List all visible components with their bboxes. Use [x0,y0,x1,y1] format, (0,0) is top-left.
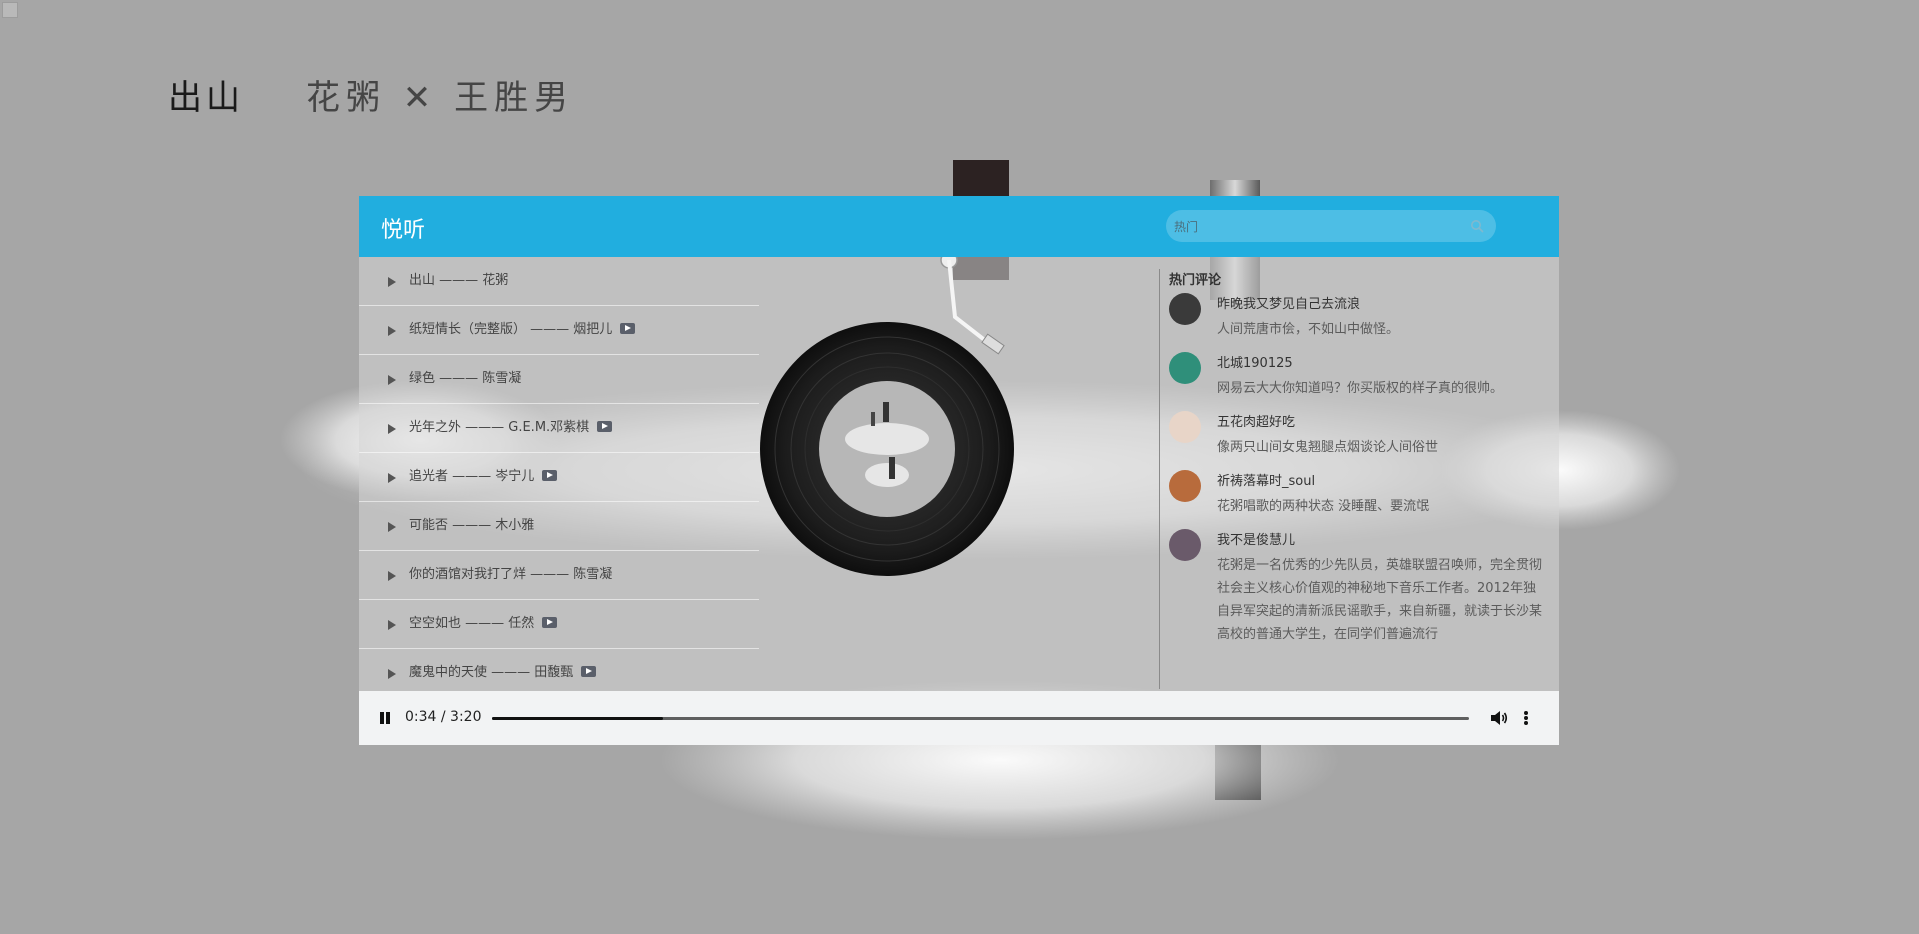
play-icon[interactable] [388,326,396,336]
comment-username: 祈祷落幕时_soul [1217,474,1316,489]
comment-username: 昨晚我又梦见自己去流浪 [1217,297,1361,312]
playlist-item[interactable]: 出山 ——— 花粥 [359,257,759,306]
avatar [1169,529,1201,561]
progress-fill [492,717,663,720]
app-title: 悦听 [381,218,426,243]
play-icon[interactable] [388,522,396,532]
vinyl-record [760,251,1014,576]
comment-text: 花粥唱歌的两种状态 没睡醒、要流氓 [1217,499,1430,514]
song-artists: 花粥 ✕ 王胜男 [306,78,575,118]
mv-video-icon[interactable] [542,470,558,481]
avatar [1169,470,1201,502]
comments-panel: 热门评论 昨晚我又梦见自己去流浪人间荒唐市侩，不如山中做怪。 北城190125 网易… [1159,257,1559,702]
playlist-item[interactable]: 光年之外 ——— G.E.M.邓紫棋 [359,404,759,453]
play-icon[interactable] [388,375,396,385]
mv-video-icon[interactable] [597,421,613,432]
mv-video-icon[interactable] [581,666,597,677]
playlist-item-label: 光年之外 ——— G.E.M.邓紫棋 [409,420,590,435]
playlist-item[interactable]: 绿色 ——— 陈雪凝 [359,355,759,404]
corner-widget [2,2,18,18]
play-icon[interactable] [388,424,396,434]
playlist-item-label: 可能否 ——— 木小雅 [409,518,535,533]
playlist-item-label: 你的酒馆对我打了烊 ——— 陈雪凝 [409,567,613,582]
playlist-item[interactable]: 纸短情长（完整版） ——— 烟把儿 [359,306,759,355]
playlist-item-label: 追光者 ——— 岑宁儿 [409,469,535,484]
play-icon[interactable] [388,571,396,581]
playlist: 出山 ——— 花粥纸短情长（完整版） ——— 烟把儿 绿色 ——— 陈雪凝光年之外… [359,257,759,702]
comment-username: 我不是俊慧儿 [1217,533,1296,548]
pause-button[interactable] [378,711,392,725]
playlist-item-label: 纸短情长（完整版） ——— 烟把儿 [409,322,613,337]
volume-icon[interactable] [1490,710,1508,726]
playlist-item-label: 绿色 ——— 陈雪凝 [409,371,522,386]
playlist-item[interactable]: 追光者 ——— 岑宁儿 [359,453,759,502]
playlist-item-label: 魔鬼中的天使 ——— 田馥甄 [409,665,574,680]
playlist-item-label: 出山 ——— 花粥 [409,273,509,288]
comment-text: 像两只山间女鬼翘腿点烟谈论人间俗世 [1217,440,1439,455]
audio-controls: 0:34 / 3:20 [359,691,1559,745]
song-title: 出山 [168,78,244,118]
comment-text: 花粥是一名优秀的少先队员，英雄联盟召唤师，完全贯彻社会主义核心价值观的神秘地下音… [1217,558,1543,642]
music-player: 悦听 出山 ——— 花粥纸短情长（完整版） ——— 烟把儿绿色 ——— 陈雪凝光… [359,196,1559,745]
avatar [1169,411,1201,443]
avatar [1169,293,1201,325]
playlist-item[interactable]: 空空如也 ——— 任然 [359,600,759,649]
song-heading: 出山 花粥 ✕ 王胜男 [168,70,574,119]
mv-video-icon[interactable] [542,617,558,628]
avatar [1169,352,1201,384]
play-icon[interactable] [388,473,396,483]
comments-title: 热门评论 [1169,273,1222,288]
play-icon[interactable] [388,669,396,679]
comment-username: 北城190125 [1217,356,1293,371]
more-options-icon[interactable] [1522,710,1530,726]
search-box [1166,210,1496,244]
progress-bar[interactable] [492,717,1469,720]
play-icon[interactable] [388,277,396,287]
player-header: 悦听 [359,196,1559,257]
search-input[interactable] [1172,210,1466,244]
comment-text: 网易云大大你知道吗？你买版权的样子真的很帅。 [1217,381,1504,396]
search-icon[interactable] [1470,219,1484,233]
mv-video-icon[interactable] [620,323,636,334]
time-display: 0:34 / 3:20 [405,709,482,725]
comment-username: 五花肉超好吃 [1217,415,1296,430]
playlist-item-label: 空空如也 ——— 任然 [409,616,535,631]
vinyl-area [759,251,1159,702]
play-icon[interactable] [388,620,396,630]
comment-text: 人间荒唐市侩，不如山中做怪。 [1217,322,1400,337]
comments-divider [1159,269,1160,689]
playlist-item[interactable]: 可能否 ——— 木小雅 [359,502,759,551]
playlist-item[interactable]: 你的酒馆对我打了烊 ——— 陈雪凝 [359,551,759,600]
